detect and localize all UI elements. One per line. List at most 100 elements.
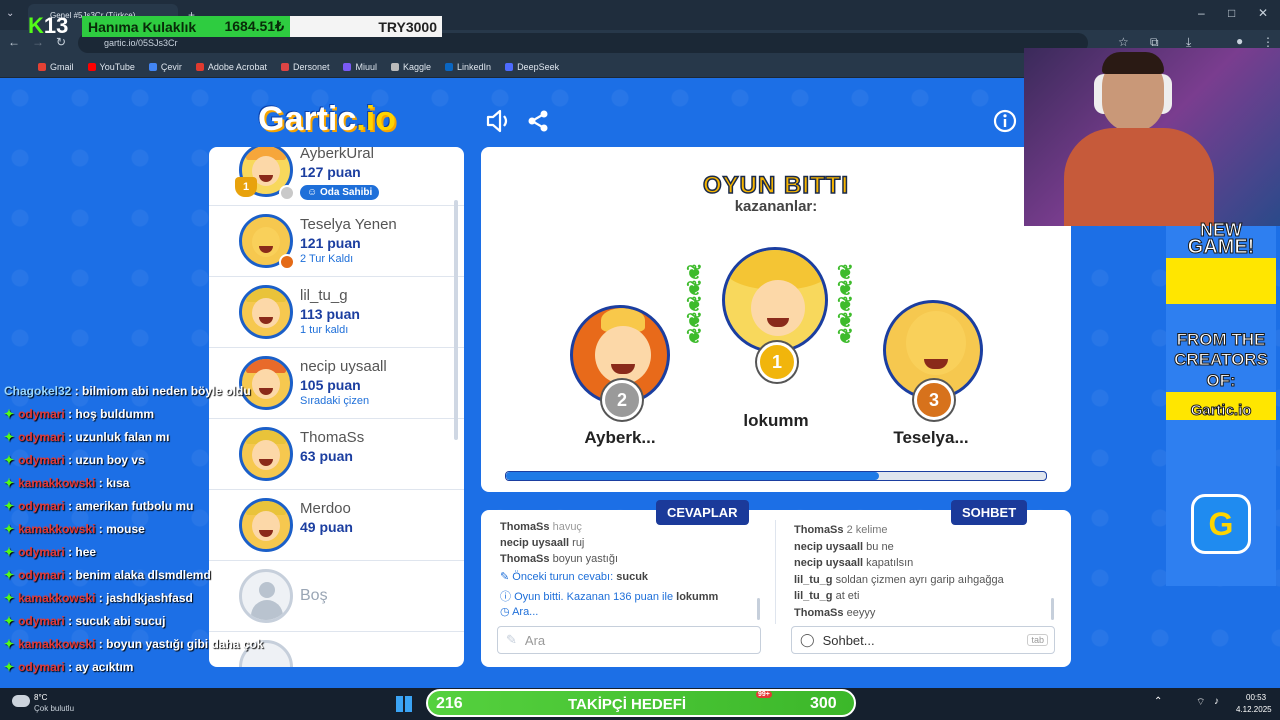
player-row[interactable]: Teselya Yenen 121 puan 2 Tur Kaldı [209, 206, 464, 277]
tab-chat[interactable]: SOHBET [951, 500, 1028, 525]
player-list-scrollbar[interactable] [454, 200, 458, 440]
chat-scrollbar[interactable] [1051, 598, 1054, 620]
chat-username[interactable]: odymari [18, 568, 65, 582]
player-name: ThomaSs [300, 429, 365, 446]
bookmark-gmail[interactable]: Gmail [38, 62, 74, 72]
player-row[interactable]: lil_tu_g 113 puan 1 tur kaldı [209, 277, 464, 348]
bookmark-linkedin[interactable]: LinkedIn [445, 62, 491, 72]
tray-date[interactable]: 4.12.2025 [1236, 705, 1272, 714]
chat-badge-icon: ✦ [4, 499, 15, 513]
chat-placeholder: Sohbet... [822, 632, 875, 648]
follower-goal: 300 [810, 695, 837, 712]
chat-badge-icon: ✦ [4, 545, 15, 559]
chat-username[interactable]: odymari [18, 614, 65, 628]
side-advertisement[interactable]: NEW GAME! FROM THE CREATORS OF: Gartic.i… [1166, 220, 1276, 586]
answers-scrollbar[interactable] [757, 598, 760, 620]
answer-input[interactable]: ✎ Ara [497, 626, 761, 654]
chat-text: : hee [64, 545, 97, 559]
bookmark-icon [391, 62, 399, 71]
game-over-line: ⓘ Oyun bitti. Kazanan 136 puan ile lokum… [500, 591, 719, 603]
ad-g-icon-label: G [1208, 506, 1234, 542]
ad-logo: Gartic.io [1190, 402, 1252, 420]
medal-2: 2 [602, 380, 642, 420]
player-name: lil_tu_g [300, 287, 348, 304]
tab-key-hint: tab [1027, 634, 1048, 646]
tab-answers[interactable]: CEVAPLAR [656, 500, 749, 525]
chat-username[interactable]: odymari [18, 499, 65, 513]
stream-chat-message: ✦ kamakkowski : jashdkjashfasd [4, 591, 193, 605]
bookmark-deepseek[interactable]: DeepSeek [505, 62, 559, 72]
chat-username[interactable]: odymari [18, 430, 65, 444]
game-over-panel: OYUN BITTI kazananlar: ❦ ❦ ❦ ❦ ❦ ❦ ❦ ❦ ❦ ❦ 1 lok… [481, 147, 1071, 492]
bookmark-label: Miuul [355, 61, 377, 72]
menu-icon[interactable]: ⋮ [1262, 35, 1274, 49]
tab-list-button[interactable]: ⌄ [6, 8, 22, 22]
player-name: AyberkUral [300, 147, 374, 162]
chat-username[interactable]: odymari [18, 453, 65, 467]
info-icon[interactable] [993, 109, 1017, 133]
player-name: Merdoo [300, 500, 351, 517]
streamer-body [1064, 128, 1214, 226]
stream-chat-message: ✦ odymari : amerikan futbolu mu [4, 499, 193, 513]
chat-badge-icon: ✦ [4, 407, 15, 421]
volume-icon[interactable]: ♪ [1214, 696, 1219, 707]
back-icon[interactable]: ← [8, 35, 20, 49]
bookmark-youtube[interactable]: YouTube [87, 62, 135, 72]
chat-badge-icon: ✦ [4, 522, 15, 536]
chat-input[interactable]: ◯ Sohbet... tab [791, 626, 1055, 654]
maximize-icon[interactable]: □ [1228, 6, 1235, 20]
panel-divider [775, 520, 776, 624]
chat-badge-icon: ✦ [4, 453, 15, 467]
chat-username[interactable]: Chagokel32 [4, 384, 71, 398]
player-name: necip uysaall [300, 358, 387, 375]
chat-username[interactable]: kamakkowski [18, 637, 95, 651]
game-over-title: OYUN BITTI [702, 171, 849, 200]
goal-item-name: Hanıma Kulaklık [88, 18, 197, 35]
share-icon[interactable] [526, 109, 550, 133]
bookmark-star-icon[interactable]: ☆ [1118, 35, 1129, 49]
pencil-icon: ✎ [506, 632, 517, 647]
stream-chat-overlay: Chagokel32 : bilmiom abi neden böyle old… [0, 384, 270, 684]
bookmark-miuul[interactable]: Miuul [343, 62, 377, 72]
tray-chevron-icon[interactable]: ⌃ [1154, 696, 1162, 707]
chat-log-line: ThomaSs eeyyy [794, 607, 876, 619]
bookmark-kaggle[interactable]: Kaggle [391, 62, 431, 72]
tray-time[interactable]: 00:53 [1246, 693, 1266, 702]
bookmark-label: Kaggle [403, 61, 432, 72]
status-dot [279, 254, 295, 270]
chat-badge-icon: ✦ [4, 660, 15, 674]
bookmark-çevir[interactable]: Çevir [148, 62, 182, 72]
stream-chat-message: ✦ odymari : benim alaka dlsmdlemd [4, 568, 211, 582]
bookmark-icon [505, 62, 514, 71]
wifi-icon[interactable]: ⌔ [1196, 696, 1205, 709]
chat-username[interactable]: kamakkowski [18, 591, 95, 605]
chat-log-line: necip uysaall kapatılsın [794, 557, 914, 569]
bookmark-dersonet[interactable]: Dersonet [280, 62, 329, 72]
chat-text: : uzunluk falan mı [64, 430, 170, 444]
chat-username[interactable]: kamakkowski [18, 476, 95, 490]
stream-chat-message: ✦ odymari : hoş buldumm [4, 407, 154, 421]
answers-chat-panel: CEVAPLAR SOHBET ThomaSs havuç necip uysa… [481, 500, 1071, 667]
chat-log-line: necip uysaall bu ne [794, 541, 894, 553]
empty-slot-label: Boş [300, 587, 328, 604]
minimize-icon[interactable]: – [1198, 6, 1205, 20]
medal-1-label: 1 [771, 351, 782, 372]
chat-username[interactable]: kamakkowski [18, 522, 95, 536]
goal-item: Hanıma Kulaklık 1684.51₺ [82, 16, 290, 37]
bookmark-adobe-acrobat[interactable]: Adobe Acrobat [195, 62, 267, 72]
profile-icon[interactable]: ● [1236, 34, 1243, 48]
chat-username[interactable]: odymari [18, 660, 65, 674]
ad-line2: GAME! [1187, 236, 1255, 259]
player-points: 113 puan [300, 306, 360, 322]
close-icon[interactable]: ✕ [1258, 6, 1268, 20]
winner-1-avatar [722, 247, 828, 353]
chat-badge-icon: ✦ [4, 430, 15, 444]
chat-username[interactable]: odymari [18, 545, 65, 559]
weather-icon [12, 695, 30, 707]
player-row[interactable]: 1 AyberkUral 127 puan ☺ Oda Sahibi [209, 147, 464, 206]
bookmark-label: Gmail [50, 61, 74, 72]
windows-start-icon[interactable] [396, 696, 412, 712]
gartic-logo[interactable]: Gartic.io [258, 100, 396, 139]
chat-username[interactable]: odymari [18, 407, 65, 421]
sound-icon[interactable] [485, 108, 513, 134]
